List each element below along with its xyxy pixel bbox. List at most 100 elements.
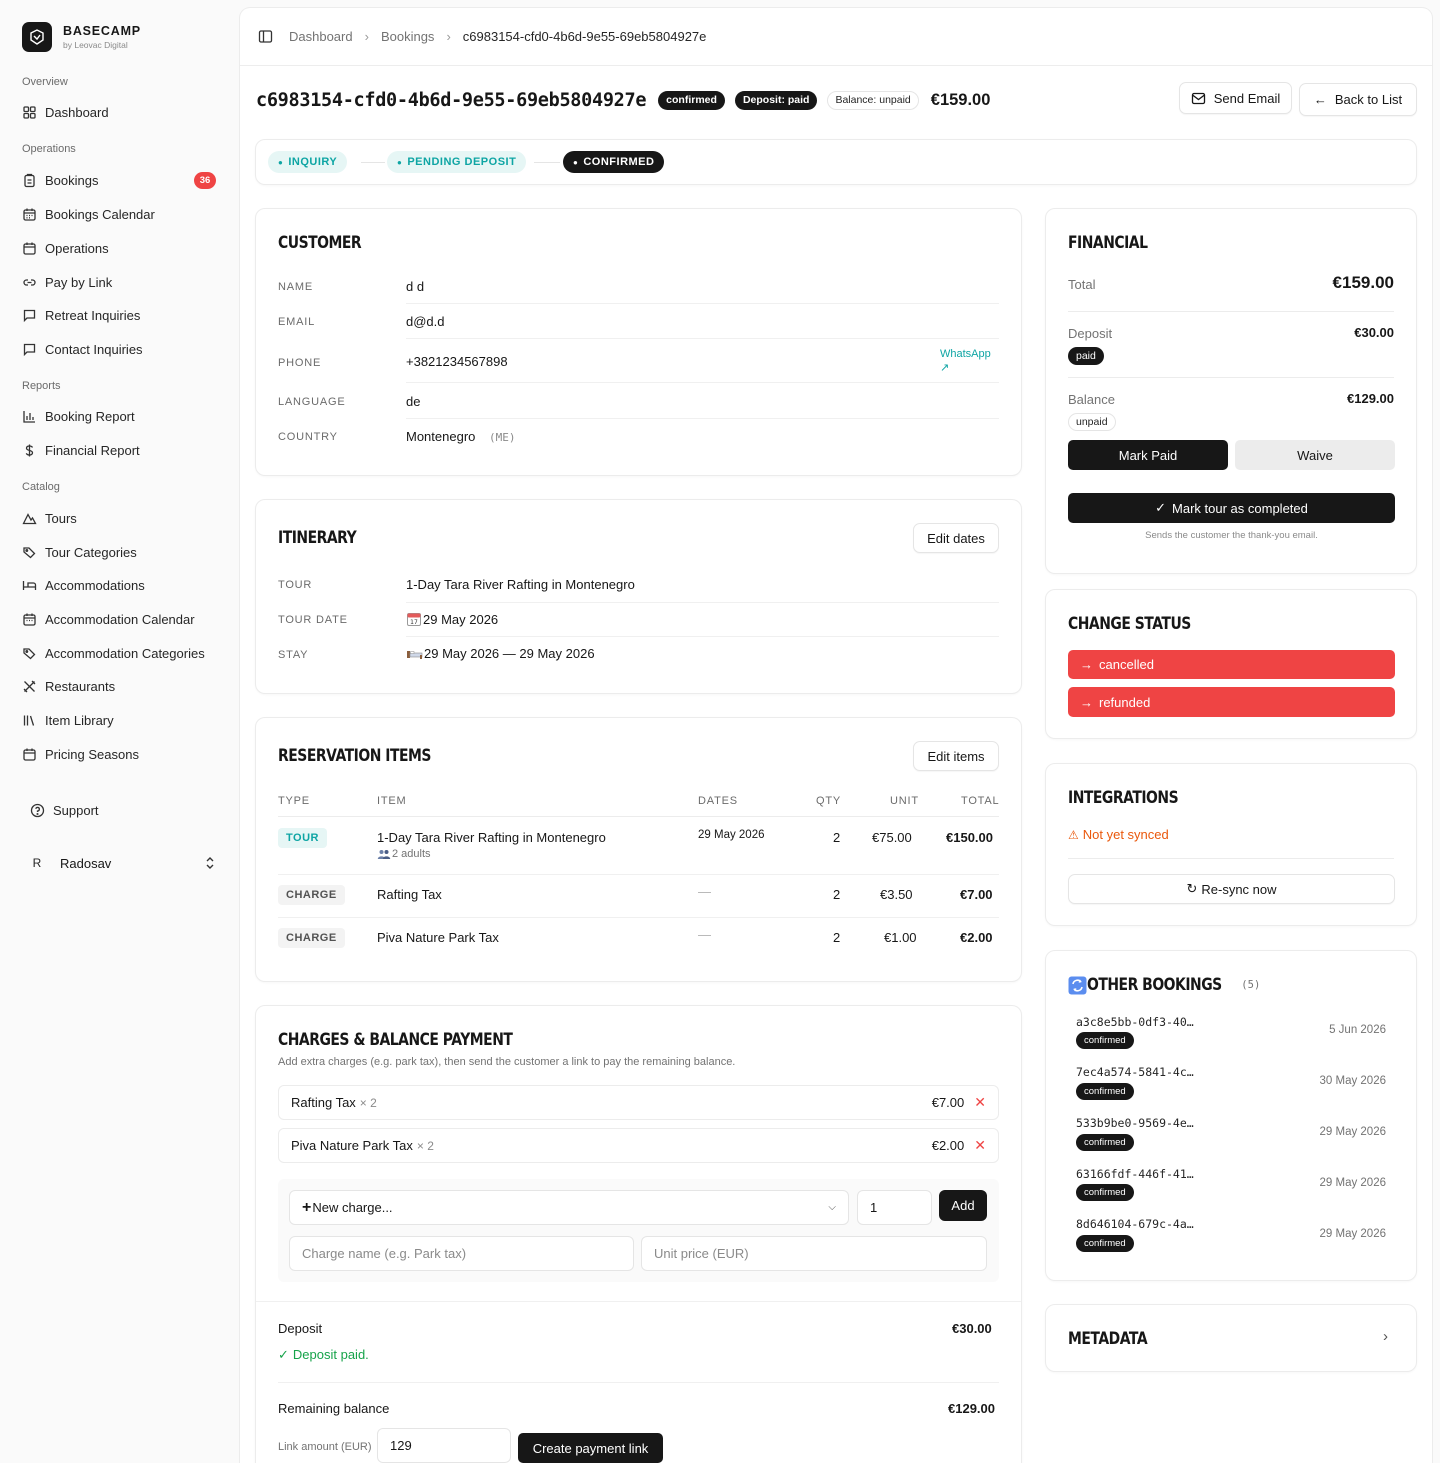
chevron-right-icon: › bbox=[1383, 1328, 1388, 1345]
calendar-icon bbox=[23, 242, 36, 255]
booking-id: 7ec4a574-5841-4c… bbox=[1076, 1065, 1194, 1079]
item-name: Piva Nature Park Tax bbox=[377, 930, 499, 945]
item-dates: 29 May 2026 bbox=[698, 829, 765, 841]
step-inquiry: ● INQUIRY bbox=[268, 151, 348, 173]
new-charge-select[interactable]: + New charge... ⌵ bbox=[289, 1190, 849, 1225]
external-link-icon: ↗ bbox=[940, 362, 950, 374]
create-payment-link-button[interactable]: Create payment link bbox=[518, 1433, 663, 1463]
status-cancelled-button[interactable]: → cancelled bbox=[1068, 650, 1395, 679]
basecamp-logo-icon bbox=[22, 22, 52, 52]
card-title: ITINERARY bbox=[278, 528, 357, 548]
sidebar-item-pay-by-link[interactable]: Pay by Link bbox=[22, 268, 220, 296]
step-label: PENDING DEPOSIT bbox=[407, 156, 517, 168]
sidebar-item-financial-report[interactable]: Financial Report bbox=[22, 436, 220, 464]
charge-name-input[interactable]: Charge name (e.g. Park tax) bbox=[289, 1236, 634, 1271]
charge-name: Rafting Tax bbox=[291, 1095, 356, 1110]
balance-status-badge: unpaid bbox=[1068, 413, 1116, 431]
charge-qty: × 2 bbox=[416, 1138, 434, 1153]
breadcrumb-bookings[interactable]: Bookings bbox=[381, 29, 434, 44]
sidebar-item-contact-inquiries[interactable]: Contact Inquiries bbox=[22, 335, 220, 363]
edit-dates-button[interactable]: Edit dates bbox=[913, 523, 999, 553]
waive-button[interactable]: Waive bbox=[1235, 440, 1395, 470]
whatsapp-label: WhatsApp bbox=[940, 348, 991, 360]
sidebar-item-label: Tour Categories bbox=[45, 544, 137, 560]
placeholder: Unit price (EUR) bbox=[654, 1246, 749, 1261]
nav-section-overview: Overview bbox=[22, 76, 68, 88]
nav-section-reports: Reports bbox=[22, 380, 61, 392]
sidebar-item-booking-report[interactable]: Booking Report bbox=[22, 402, 220, 430]
unit-price-input[interactable]: Unit price (EUR) bbox=[641, 1236, 987, 1271]
metadata-card[interactable]: METADATA › bbox=[1045, 1304, 1417, 1372]
sidebar-item-label: Item Library bbox=[45, 712, 114, 728]
sidebar-item-label: Dashboard bbox=[45, 104, 109, 120]
sidebar-item-pricing-seasons[interactable]: Pricing Seasons bbox=[22, 740, 220, 768]
bookings-count-badge: 36 bbox=[194, 172, 216, 189]
sidebar-item-bookings-calendar[interactable]: Bookings Calendar bbox=[22, 200, 220, 228]
link-amount-label: Link amount (EUR) bbox=[278, 1441, 372, 1453]
message-icon bbox=[23, 309, 36, 322]
col-header-type: TYPE bbox=[278, 795, 310, 807]
sidebar-item-accommodation-categories[interactable]: Accommodation Categories bbox=[22, 639, 220, 667]
card-title: RESERVATION ITEMS bbox=[278, 746, 431, 766]
mark-completed-button[interactable]: ✓ Mark tour as completed bbox=[1068, 493, 1395, 523]
sidebar-item-tours[interactable]: Tours bbox=[22, 504, 220, 532]
financial-balance: €129.00 bbox=[1347, 391, 1394, 406]
field-label: TOUR DATE bbox=[278, 614, 348, 626]
sidebar-item-support[interactable]: Support bbox=[30, 796, 228, 824]
sidebar-item-item-library[interactable]: Item Library bbox=[22, 706, 220, 734]
item-total: €150.00 bbox=[946, 830, 993, 845]
remove-icon[interactable]: ✕ bbox=[974, 1094, 986, 1111]
quantity-input[interactable]: 1 bbox=[857, 1190, 932, 1225]
tour-name: 1-Day Tara River Rafting in Montenegro bbox=[406, 577, 635, 592]
financial-total: €159.00 bbox=[1332, 273, 1394, 292]
sidebar-item-label: Accommodation Categories bbox=[45, 645, 205, 661]
add-charge-button[interactable]: Add bbox=[939, 1190, 987, 1221]
edit-items-button[interactable]: Edit items bbox=[913, 741, 999, 771]
send-email-button[interactable]: Send Email bbox=[1179, 82, 1292, 114]
charges-description: Add extra charges (e.g. park tax), then … bbox=[278, 1056, 736, 1068]
resync-button[interactable]: ↻ Re-sync now bbox=[1068, 874, 1395, 904]
link-amount-input[interactable]: 129 bbox=[377, 1428, 511, 1463]
sidebar-item-accommodation-calendar[interactable]: Accommodation Calendar bbox=[22, 605, 220, 633]
breadcrumb-dashboard[interactable]: Dashboard bbox=[289, 29, 353, 44]
bar-chart-icon bbox=[23, 410, 35, 423]
bed-emoji-icon bbox=[407, 650, 423, 659]
item-unit: €1.00 bbox=[884, 930, 917, 945]
sidebar-item-accommodations[interactable]: Accommodations bbox=[22, 571, 220, 599]
divider bbox=[278, 917, 999, 918]
sidebar-item-label: Bookings bbox=[45, 172, 99, 188]
divider bbox=[1068, 858, 1394, 859]
booking-id: a3c8e5bb-0df3-40… bbox=[1076, 1015, 1194, 1029]
mark-paid-button[interactable]: Mark Paid bbox=[1068, 440, 1228, 470]
sidebar-item-tour-categories[interactable]: Tour Categories bbox=[22, 538, 220, 566]
breadcrumb-current: c6983154-cfd0-4b6d-9e55-69eb5804927e bbox=[462, 29, 707, 44]
sidebar-item-bookings[interactable]: Bookings 36 bbox=[22, 166, 220, 194]
sidebar-item-restaurants[interactable]: Restaurants bbox=[22, 672, 220, 700]
divider bbox=[1068, 377, 1394, 378]
total-label: Total bbox=[1068, 277, 1096, 292]
change-status-card: CHANGE STATUS → cancelled → refunded bbox=[1045, 589, 1417, 739]
clipboard-icon bbox=[24, 173, 35, 187]
card-title: OTHER BOOKINGS bbox=[1087, 975, 1222, 995]
mail-icon bbox=[1191, 92, 1205, 104]
back-to-list-button[interactable]: ← Back to List bbox=[1299, 83, 1417, 116]
divider bbox=[406, 338, 999, 339]
sidebar-item-retreat-inquiries[interactable]: Retreat Inquiries bbox=[22, 301, 220, 329]
step-label: CONFIRMED bbox=[583, 156, 655, 168]
back-label: Back to List bbox=[1334, 92, 1403, 107]
brand[interactable]: BASECAMP by Leovac Digital bbox=[22, 22, 141, 52]
user-menu[interactable]: R Radosav bbox=[22, 848, 220, 878]
remove-icon[interactable]: ✕ bbox=[974, 1137, 986, 1154]
status-refunded-button[interactable]: → refunded bbox=[1068, 687, 1395, 717]
sidebar-item-dashboard[interactable]: Dashboard bbox=[22, 98, 220, 126]
sidebar-toggle-icon[interactable] bbox=[258, 29, 273, 44]
booking-date: 30 May 2026 bbox=[1319, 1075, 1387, 1087]
sidebar-item-label: Accommodations bbox=[45, 577, 145, 593]
charge-item: Rafting Tax × 2 €7.00 ✕ bbox=[278, 1085, 999, 1120]
tour-date-value: 29 May 2026 bbox=[423, 611, 499, 627]
whatsapp-link[interactable]: WhatsApp ↗ bbox=[940, 347, 991, 375]
sync-warning-text: Not yet synced bbox=[1082, 827, 1169, 842]
check-icon: ✓ bbox=[278, 1347, 289, 1362]
item-guests: 2 adults bbox=[377, 848, 431, 860]
sidebar-item-operations[interactable]: Operations bbox=[22, 234, 220, 262]
